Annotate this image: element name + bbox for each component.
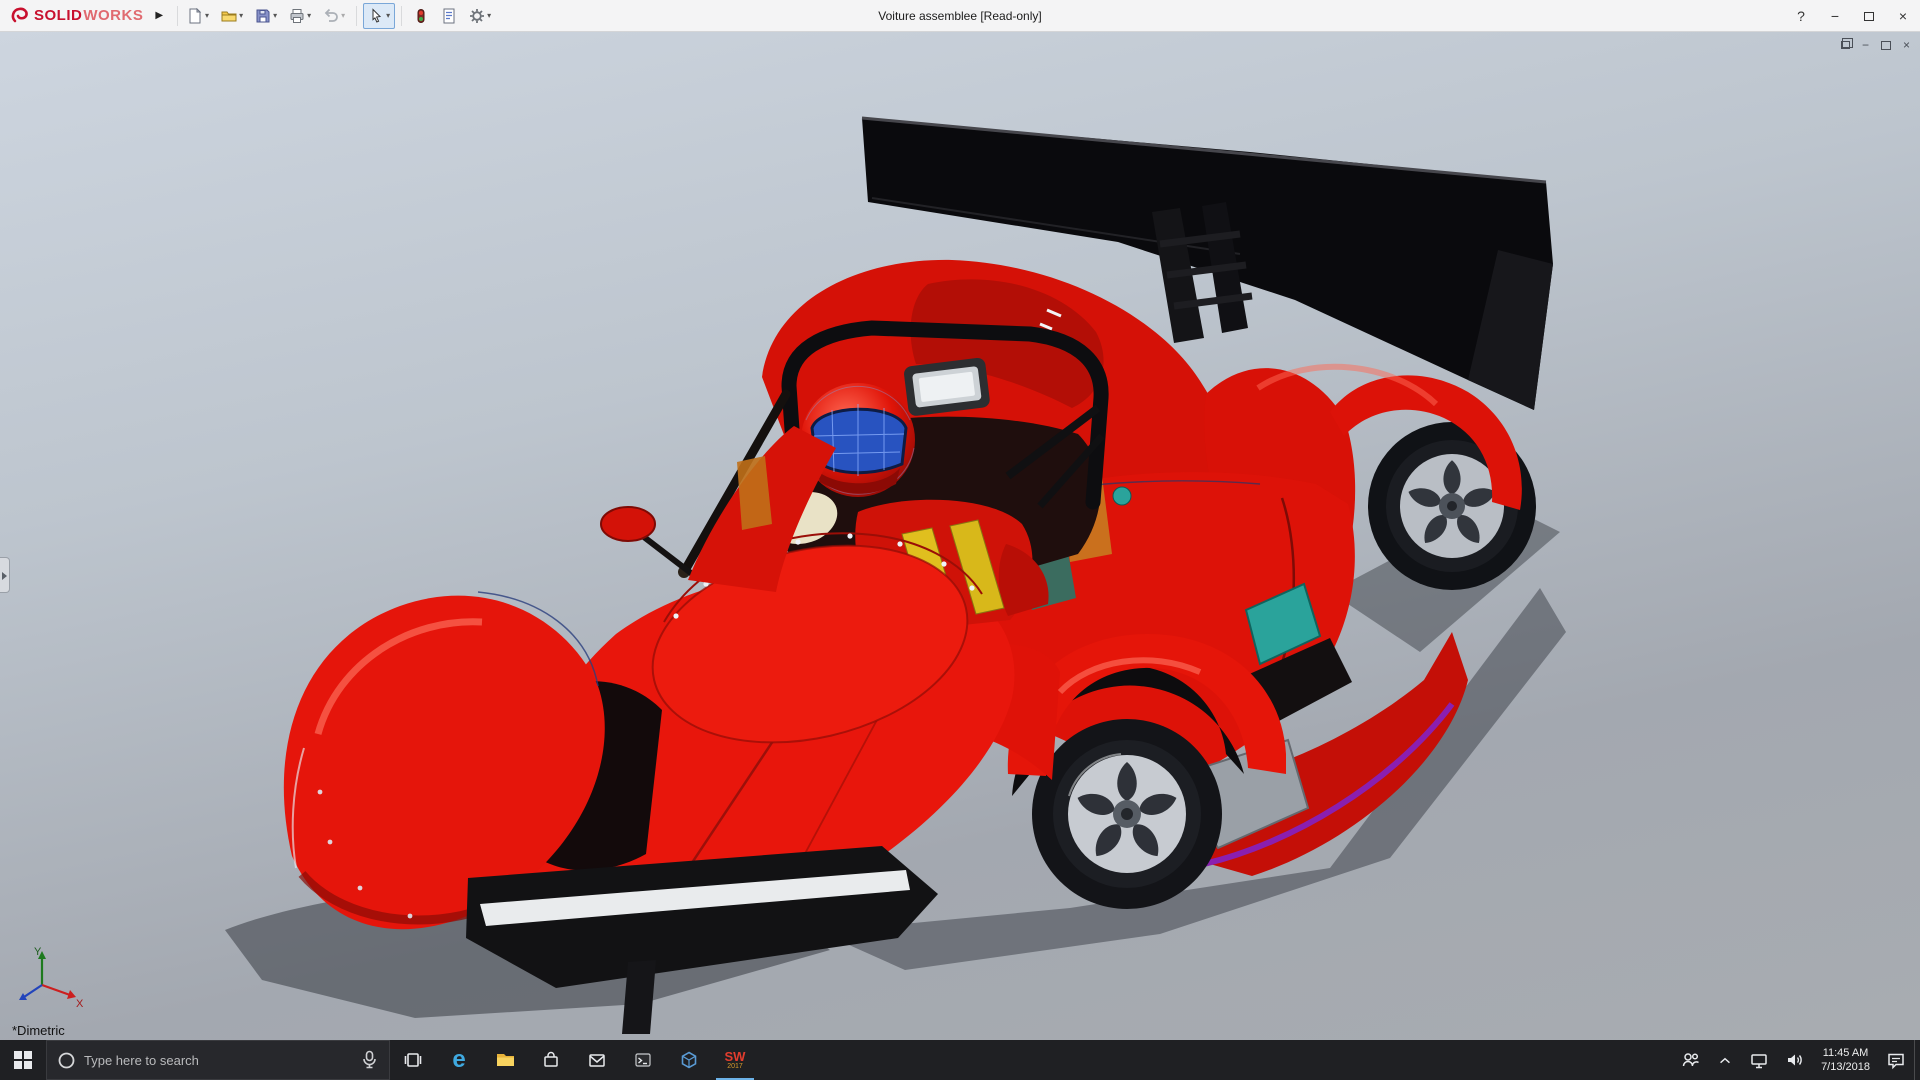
dropdown-caret: ▾ xyxy=(205,11,209,20)
titlebar: SOLIDWORKS ▶ ▾ ▾ xyxy=(0,0,1920,32)
task-view-icon xyxy=(403,1050,423,1070)
toolbar-separator xyxy=(177,6,178,26)
edge-icon: e xyxy=(452,1048,465,1072)
windows-taskbar: e xyxy=(0,1040,1920,1080)
maximize-button[interactable] xyxy=(1852,0,1886,32)
dropdown-caret: ▾ xyxy=(487,11,491,20)
restore-icon xyxy=(1841,41,1850,49)
minimize-button[interactable]: − xyxy=(1818,0,1852,32)
triad-x-label: X xyxy=(76,998,84,1009)
undo-icon xyxy=(323,8,339,24)
print-icon xyxy=(289,8,305,24)
orientation-triad: Y X xyxy=(10,943,88,1014)
mail-button[interactable] xyxy=(574,1040,620,1080)
side-mirror[interactable] xyxy=(601,507,655,541)
brand-works: WORKS xyxy=(83,7,143,24)
car-model[interactable] xyxy=(0,32,1920,1040)
gear-icon xyxy=(469,8,485,24)
save-icon xyxy=(255,8,271,24)
dassault-logo-icon xyxy=(10,6,30,26)
file-properties-button[interactable] xyxy=(436,3,462,29)
open-button[interactable]: ▾ xyxy=(216,3,248,29)
window-controls: ? − × xyxy=(1784,0,1920,32)
speaker-icon xyxy=(1785,1051,1805,1069)
solidworks-taskbar-button[interactable]: SW 2017 xyxy=(712,1040,758,1080)
clock-time: 11:45 AM xyxy=(1823,1046,1869,1060)
taskbar-clock[interactable]: 11:45 AM 7/13/2018 xyxy=(1813,1040,1878,1080)
command-prompt-button[interactable] xyxy=(620,1040,666,1080)
featuremanager-handle[interactable] xyxy=(0,557,10,593)
action-center-button[interactable] xyxy=(1878,1040,1914,1080)
rebuild-button[interactable] xyxy=(408,3,434,29)
dropdown-caret: ▾ xyxy=(273,11,277,20)
solidworks-app-icon: SW 2017 xyxy=(725,1050,746,1070)
dropdown-caret: ▾ xyxy=(341,11,345,20)
solidworks-logo: SOLIDWORKS xyxy=(0,6,149,26)
dropdown-caret: ▾ xyxy=(386,11,390,20)
network-icon xyxy=(1749,1051,1769,1070)
system-tray: 11:45 AM 7/13/2018 xyxy=(1673,1040,1920,1080)
cube-icon xyxy=(679,1050,699,1070)
save-button[interactable]: ▾ xyxy=(250,3,282,29)
network-button[interactable] xyxy=(1741,1040,1777,1080)
cortana-icon xyxy=(57,1051,76,1070)
close-button[interactable]: × xyxy=(1886,0,1920,32)
menu-flyout-arrow[interactable]: ▶ xyxy=(149,10,173,21)
maximize-icon xyxy=(1864,12,1874,21)
select-cursor-icon xyxy=(368,8,384,24)
action-center-icon xyxy=(1886,1051,1906,1070)
window-title: Voiture assemblee [Read-only] xyxy=(878,9,1041,23)
clock-date: 7/13/2018 xyxy=(1821,1060,1870,1074)
dropdown-caret: ▾ xyxy=(307,11,311,20)
document-window-controls: − × xyxy=(1841,37,1910,53)
mail-icon xyxy=(587,1050,607,1070)
file-explorer-button[interactable] xyxy=(482,1040,528,1080)
front-wheel[interactable] xyxy=(1032,719,1222,909)
document-close-button[interactable]: × xyxy=(1903,37,1910,53)
chevron-right-icon xyxy=(2,572,7,580)
select-button[interactable]: ▾ xyxy=(363,3,395,29)
view-orientation-label: *Dimetric xyxy=(12,1023,65,1038)
windows-logo-icon xyxy=(14,1051,32,1069)
new-document-icon xyxy=(187,8,203,24)
solidworks-window: SOLIDWORKS ▶ ▾ ▾ xyxy=(0,0,1920,1080)
app-cube-button[interactable] xyxy=(666,1040,712,1080)
dropdown-caret: ▾ xyxy=(239,11,243,20)
maximize-icon xyxy=(1881,41,1891,50)
task-view-button[interactable] xyxy=(390,1040,436,1080)
windscreen-mirror[interactable] xyxy=(903,357,990,417)
document-minimize-button[interactable]: − xyxy=(1862,37,1869,53)
hidden-icons-button[interactable] xyxy=(1709,1040,1741,1080)
help-button[interactable]: ? xyxy=(1784,0,1818,32)
open-folder-icon xyxy=(221,8,237,24)
graphics-area[interactable]: − × Y X *Dimetric xyxy=(0,32,1920,1040)
edge-button[interactable]: e xyxy=(436,1040,482,1080)
undo-button[interactable]: ▾ xyxy=(318,3,350,29)
triad-y-label: Y xyxy=(34,946,42,958)
new-document-button[interactable]: ▾ xyxy=(182,3,214,29)
folder-icon xyxy=(495,1050,516,1070)
microphone-icon[interactable] xyxy=(360,1050,379,1070)
rebuild-stoplight-icon xyxy=(413,8,429,24)
brand-solid: SOLID xyxy=(34,7,82,24)
document-maximize-button[interactable] xyxy=(1881,37,1891,53)
taskbar-search[interactable] xyxy=(46,1040,390,1080)
volume-button[interactable] xyxy=(1777,1040,1813,1080)
store-bag-icon xyxy=(541,1050,561,1070)
command-prompt-icon xyxy=(633,1050,653,1070)
store-button[interactable] xyxy=(528,1040,574,1080)
options-button[interactable]: ▾ xyxy=(464,3,496,29)
people-button[interactable] xyxy=(1673,1040,1709,1080)
file-properties-icon xyxy=(441,8,457,24)
print-button[interactable]: ▾ xyxy=(284,3,316,29)
chevron-up-icon xyxy=(1717,1052,1733,1068)
document-restore-button[interactable] xyxy=(1841,37,1850,53)
show-desktop-button[interactable] xyxy=(1914,1040,1920,1080)
start-button[interactable] xyxy=(0,1040,46,1080)
toolbar-separator xyxy=(401,6,402,26)
standard-toolbar: ▾ ▾ ▾ ▾ xyxy=(182,3,496,29)
toolbar-separator xyxy=(356,6,357,26)
people-icon xyxy=(1681,1051,1701,1069)
search-input[interactable] xyxy=(84,1053,352,1068)
